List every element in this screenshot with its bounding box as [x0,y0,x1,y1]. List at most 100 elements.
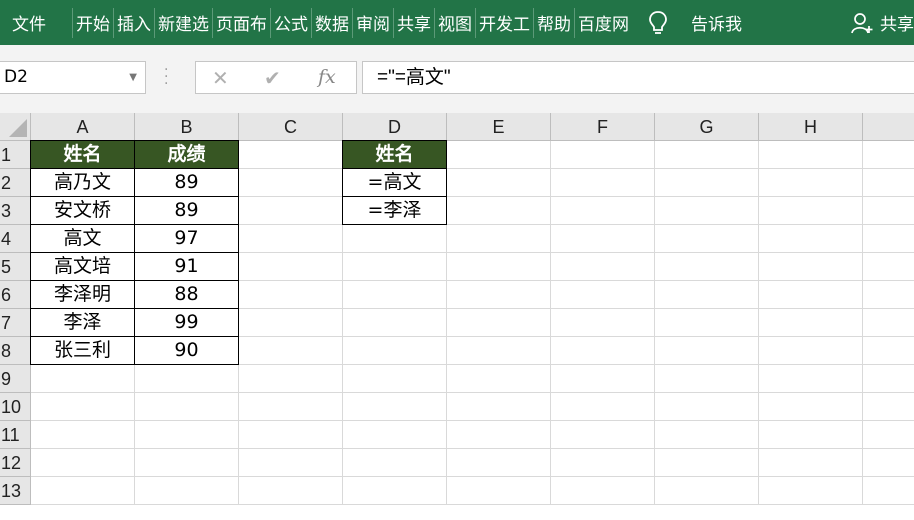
grid-cell[interactable] [239,253,343,281]
grid-cell[interactable] [343,225,447,253]
grid-cell[interactable] [551,253,655,281]
grid-cell[interactable] [343,337,447,365]
grid-cell[interactable] [239,281,343,309]
row-header-10[interactable]: 10 [0,393,31,421]
tab-11[interactable]: 帮助 [534,0,574,45]
grid-cell[interactable] [759,449,863,477]
table-cell[interactable]: 高文 [30,224,135,253]
grid-cell[interactable] [447,421,551,449]
grid-cell[interactable] [447,337,551,365]
table-cell[interactable]: 李泽明 [30,280,135,309]
grid-cell[interactable] [343,309,447,337]
grid-cell[interactable] [447,253,551,281]
grid-cell[interactable] [239,449,343,477]
grid-cell[interactable] [863,253,914,281]
grid-cell[interactable] [447,365,551,393]
table-cell[interactable]: 89 [134,196,239,225]
tab-6[interactable]: 数据 [312,0,352,45]
grid-cell[interactable] [863,337,914,365]
grid-cell[interactable] [655,141,759,169]
grid-cell[interactable] [239,393,343,421]
row-header-7[interactable]: 7 [0,309,31,337]
grid-cell[interactable] [863,477,914,505]
grid-cell[interactable] [655,197,759,225]
grid-cell[interactable] [551,309,655,337]
drag-handle-icon[interactable]: · · · [164,63,168,91]
grid-cell[interactable] [655,281,759,309]
tab-5[interactable]: 公式 [271,0,311,45]
grid-cell[interactable] [239,337,343,365]
name-box[interactable]: D2 ▼ [0,61,146,94]
grid-cell[interactable] [863,449,914,477]
column-header-e[interactable]: E [447,113,551,141]
formula-input[interactable]: ="=高文" [362,61,914,94]
grid-cell[interactable] [31,365,135,393]
grid-cell[interactable] [759,393,863,421]
table-cell[interactable]: 李泽 [30,308,135,337]
grid-cell[interactable] [759,253,863,281]
grid-cell[interactable] [239,477,343,505]
table-cell[interactable]: 89 [134,168,239,197]
grid-cell[interactable] [551,477,655,505]
grid-cell[interactable] [655,253,759,281]
grid-cell[interactable] [135,365,239,393]
grid-cell[interactable] [551,281,655,309]
grid-cell[interactable] [655,477,759,505]
grid-cell[interactable] [135,449,239,477]
grid-cell[interactable] [863,365,914,393]
tab-7[interactable]: 审阅 [353,0,393,45]
grid-cell[interactable] [551,421,655,449]
grid-cell[interactable] [343,393,447,421]
row-header-3[interactable]: 3 [0,197,31,225]
select-all-corner[interactable] [0,113,31,141]
row-header-8[interactable]: 8 [0,337,31,365]
grid-cell[interactable] [239,309,343,337]
grid-cell[interactable] [343,477,447,505]
row-header-6[interactable]: 6 [0,281,31,309]
grid-cell[interactable] [135,421,239,449]
column-header-next[interactable] [863,113,914,141]
table-cell[interactable]: 97 [134,224,239,253]
grid-cell[interactable] [239,141,343,169]
column-header-h[interactable]: H [759,113,863,141]
grid-cell[interactable] [239,365,343,393]
grid-cell[interactable] [759,309,863,337]
grid-cell[interactable] [343,253,447,281]
grid-cell[interactable] [239,225,343,253]
cancel-icon[interactable]: ✕ [212,66,229,90]
row-header-2[interactable]: 2 [0,169,31,197]
share-button[interactable]: 共享 [850,10,914,35]
row-header-12[interactable]: 12 [0,449,31,477]
grid-cell[interactable] [863,393,914,421]
grid-cell[interactable] [551,169,655,197]
column-header-b[interactable]: B [135,113,239,141]
table-cell[interactable]: 91 [134,252,239,281]
table-cell[interactable]: 安文桥 [30,196,135,225]
grid-cell[interactable] [655,449,759,477]
grid-cell[interactable] [239,197,343,225]
table-header-cell[interactable]: 姓名 [30,140,135,169]
grid-cell[interactable] [759,141,863,169]
grid-cell[interactable] [863,169,914,197]
grid-cell[interactable] [447,225,551,253]
row-header-5[interactable]: 5 [0,253,31,281]
grid-cell[interactable] [863,309,914,337]
tab-9[interactable]: 视图 [435,0,475,45]
table-cell[interactable]: 张三利 [30,336,135,365]
grid-cell[interactable] [31,393,135,421]
lightbulb-icon[interactable] [648,10,668,36]
row-header-13[interactable]: 13 [0,477,31,505]
column-header-c[interactable]: C [239,113,343,141]
grid-cell[interactable] [447,309,551,337]
grid-cell[interactable] [863,421,914,449]
grid-cell[interactable] [551,337,655,365]
grid-cell[interactable] [551,365,655,393]
grid-cell[interactable] [655,225,759,253]
grid-cell[interactable] [447,449,551,477]
grid-cell[interactable] [759,197,863,225]
row-header-9[interactable]: 9 [0,365,31,393]
tab-10[interactable]: 开发工 [476,0,533,45]
confirm-icon[interactable]: ✔ [264,66,281,90]
grid-cell[interactable] [551,393,655,421]
grid-cell[interactable] [343,281,447,309]
